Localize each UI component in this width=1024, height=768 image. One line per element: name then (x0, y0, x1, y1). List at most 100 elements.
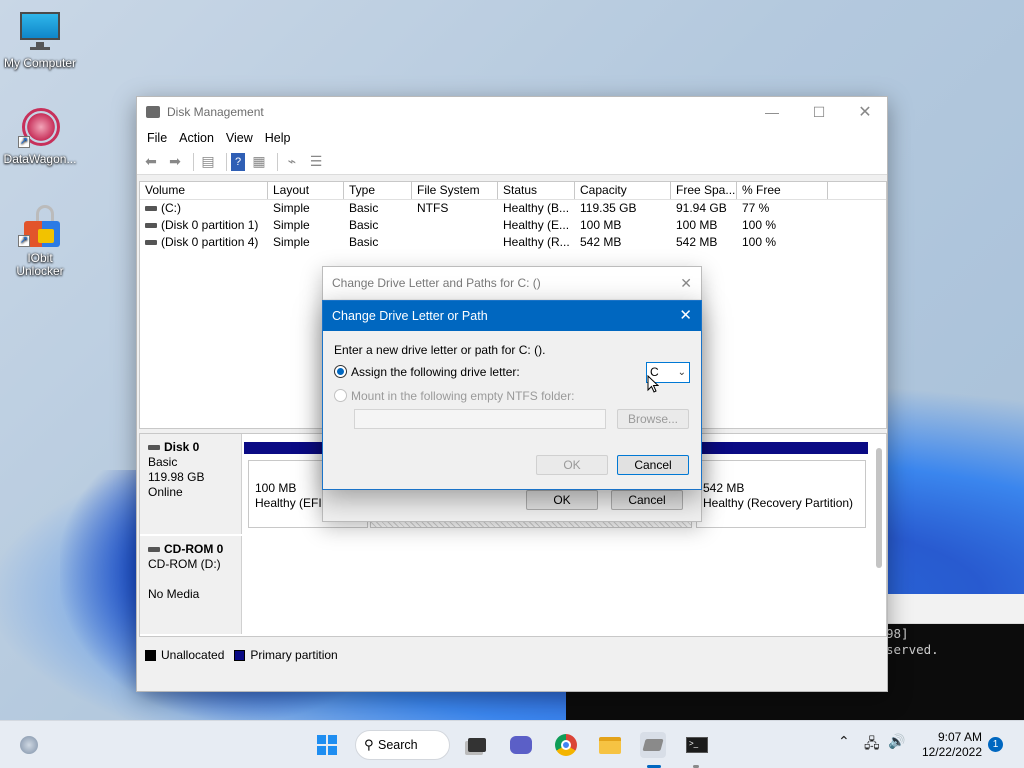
column-layout[interactable]: Layout (268, 182, 344, 199)
unallocated-swatch (145, 649, 156, 661)
column-file-system[interactable]: File System (412, 182, 498, 199)
chat-icon[interactable] (508, 732, 534, 758)
table-cell: (Disk 0 partition 4) (140, 234, 268, 251)
table-row[interactable]: (Disk 0 partition 1) Simple Basic Healthy (… (140, 217, 886, 234)
ok-button[interactable]: OK (526, 490, 598, 510)
recovery-partition[interactable]: 542 MB Healthy (Recovery Partition) (696, 460, 866, 528)
maximize-button[interactable]: ☐ (796, 97, 842, 127)
assign-letter-radio[interactable] (334, 365, 347, 378)
desktop-icon-label: My Computer (3, 56, 77, 70)
properties-icon[interactable]: ▤ (198, 153, 218, 171)
vertical-scrollbar[interactable] (876, 448, 882, 568)
taskbar: ⚲ Search >_ ⌃ 🖧 🔊 9:07 AM 12/22/2022 1 (0, 720, 1024, 768)
menu-action[interactable]: Action (173, 131, 220, 145)
settings-list-icon[interactable]: ☰ (306, 153, 326, 171)
datawagon-icon: ↗ (18, 106, 62, 150)
close-button[interactable]: ✕ (842, 97, 888, 127)
table-cell: 542 MB (580, 235, 622, 249)
toolbar: ⬅ ➡ ▤ ? ▦ ⌁ ☰ (137, 149, 887, 175)
table-cell: Healthy (B... (503, 201, 570, 215)
widgets-icon[interactable] (16, 732, 42, 758)
notification-badge[interactable]: 1 (988, 737, 1003, 752)
table-cell: 119.35 GB (580, 201, 637, 215)
dialog-prompt: Enter a new drive letter or path for C: … (334, 343, 546, 357)
disk-icon (148, 445, 160, 451)
network-icon[interactable]: 🖧 (864, 733, 880, 757)
column-percent-free[interactable]: % Free (737, 182, 828, 199)
clock[interactable]: 9:07 AM 12/22/2022 (918, 730, 982, 760)
column-capacity[interactable]: Capacity (575, 182, 671, 199)
table-cell: NTFS (417, 201, 449, 215)
menu-help[interactable]: Help (259, 131, 297, 145)
table-cell: 100 % (742, 235, 777, 249)
dialog-title: Change Drive Letter and Paths for C: () (332, 276, 541, 290)
volume-icon (145, 240, 157, 246)
table-cell: Basic (349, 201, 379, 215)
toolbar-separator (226, 152, 227, 171)
start-windows-icon[interactable] (314, 732, 340, 758)
cdrom-icon (148, 547, 160, 553)
toolbar-separator (277, 152, 278, 171)
assign-letter-label[interactable]: Assign the following drive letter: (351, 365, 520, 379)
cancel-button[interactable]: Cancel (611, 490, 683, 510)
table-row[interactable]: (C:) Simple Basic NTFS Healthy (B... 119.35 G… (140, 200, 886, 217)
chrome-icon[interactable] (553, 732, 579, 758)
desktop-icon-iobit-unlocker[interactable]: ↗ IObit Unlocker (0, 205, 80, 278)
dialog-titlebar[interactable]: Change Drive Letter and Paths for C: () … (323, 267, 701, 299)
folder-path-input[interactable] (354, 409, 606, 429)
close-icon[interactable]: ✕ (679, 301, 692, 331)
desktop-icon-label: IObit Unlocker (16, 251, 64, 278)
help-icon[interactable]: ? (231, 152, 245, 171)
browse-button[interactable]: Browse... (617, 409, 689, 429)
dialog-titlebar[interactable]: Change Drive Letter or Path ✕ (323, 301, 701, 331)
clock-date: 12/22/2022 (921, 745, 982, 759)
table-cell: 100 MB (676, 218, 718, 232)
column-type[interactable]: Type (344, 182, 412, 199)
menu-bar: File Action View Help (137, 127, 887, 149)
mount-folder-label[interactable]: Mount in the following empty NTFS folder… (351, 389, 574, 403)
task-view-icon[interactable] (464, 732, 490, 758)
file-explorer-icon[interactable] (597, 732, 623, 758)
menu-view[interactable]: View (220, 131, 259, 145)
table-cell: Healthy (E... (503, 218, 570, 232)
table-cell: 91.94 GB (676, 201, 727, 215)
table-cell: Simple (273, 235, 310, 249)
window-title: Disk Management (167, 105, 264, 119)
close-icon[interactable]: ✕ (680, 267, 692, 299)
forward-arrow-icon[interactable]: ➡ (165, 153, 185, 171)
cdrom-0-label[interactable]: CD-ROM 0 CD-ROM (D:) No Media (140, 536, 242, 634)
terminal-output: 98] served. (886, 626, 939, 657)
table-cell: (C:) (140, 200, 268, 217)
primary-swatch (234, 649, 246, 661)
taskbar-search[interactable]: ⚲ Search (355, 730, 450, 760)
column-status[interactable]: Status (498, 182, 575, 199)
table-cell: Healthy (R... (503, 235, 570, 249)
terminal-taskbar-icon[interactable]: >_ (684, 732, 710, 758)
chevron-up-icon[interactable]: ⌃ (838, 733, 850, 750)
desktop-icon-datawagon[interactable]: ↗ DataWagon... (0, 106, 80, 166)
ok-button[interactable]: OK (536, 455, 608, 475)
table-cell: 542 MB (676, 235, 718, 249)
legend-unallocated: Unallocated (161, 648, 225, 662)
minimize-button[interactable]: — (749, 97, 795, 127)
cancel-button[interactable]: Cancel (617, 455, 689, 475)
window-titlebar[interactable]: Disk Management — ☐ ✕ (137, 97, 887, 127)
change-drive-letter-dialog[interactable]: Change Drive Letter or Path ✕ Enter a ne… (322, 300, 702, 490)
volume-icon (145, 223, 157, 229)
desktop-icon-my-computer[interactable]: My Computer (0, 10, 80, 70)
column-free-space[interactable]: Free Spa... (671, 182, 737, 199)
column-volume[interactable]: Volume (140, 182, 268, 199)
disk-0-label[interactable]: Disk 0 Basic 119.98 GB Online (140, 434, 242, 534)
table-cell: Simple (273, 218, 310, 232)
mount-folder-radio[interactable] (334, 389, 347, 402)
clock-time: 9:07 AM (937, 730, 982, 744)
volume-icon[interactable]: 🔊 (888, 733, 905, 750)
back-arrow-icon[interactable]: ⬅ (141, 153, 161, 171)
volume-list-header: Volume Layout Type File System Status Ca… (140, 182, 886, 200)
disk-management-taskbar-icon[interactable] (640, 732, 666, 758)
table-row[interactable]: (Disk 0 partition 4) Simple Basic Healthy (… (140, 234, 886, 251)
connect-icon[interactable]: ⌁ (282, 153, 302, 171)
table-cell (412, 234, 498, 251)
menu-file[interactable]: File (141, 131, 173, 145)
list-view-icon[interactable]: ▦ (249, 153, 269, 171)
